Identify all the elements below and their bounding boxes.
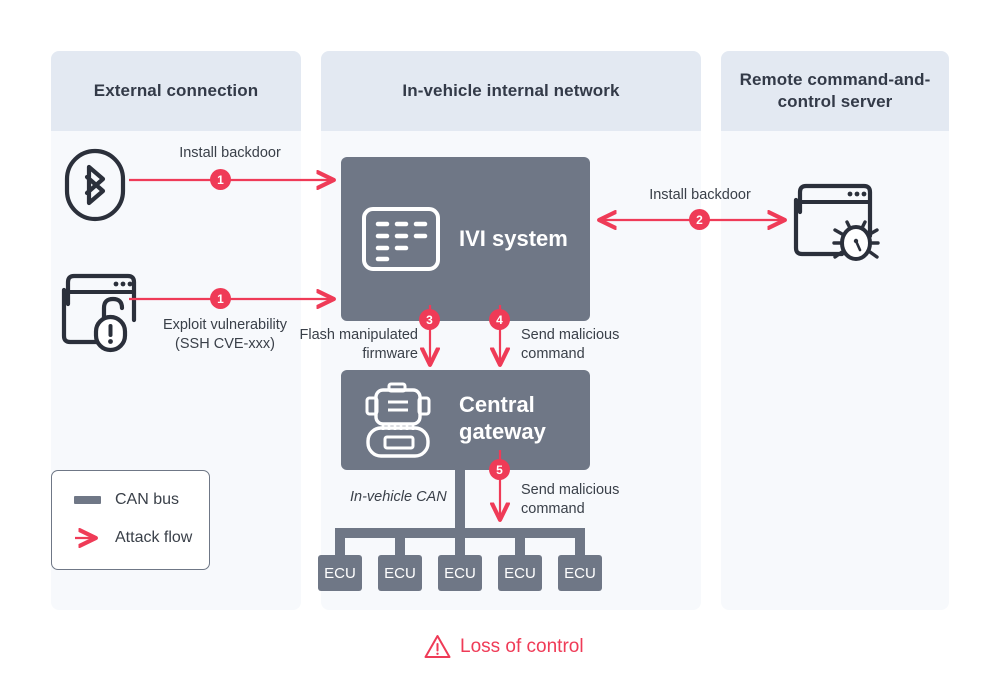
legend-box: CAN bus Attack flow xyxy=(51,470,210,570)
diagram-canvas: External connection In-vehicle internal … xyxy=(0,0,1000,700)
step-badge-1b: 1 xyxy=(210,288,231,309)
legend-label-can-bus: CAN bus xyxy=(115,491,180,508)
step-badge-5: 5 xyxy=(489,459,510,480)
flow-label-step2-c2: Install backdoor xyxy=(649,187,751,203)
flow-label-step5-command: Send malicious command xyxy=(521,482,620,517)
footer-loss-of-control: Loss of control xyxy=(424,634,584,659)
flow-label-step3-firmware: Flash manipulated firmware xyxy=(299,327,419,362)
step-badge-3: 3 xyxy=(419,309,440,330)
legend-label-attack-flow: Attack flow xyxy=(115,529,193,546)
flow-label-step4-command: Send malicious command xyxy=(521,327,620,362)
step-badge-4: 4 xyxy=(489,309,510,330)
legend-item-attack-flow: Attack flow xyxy=(74,529,192,547)
legend-item-can-bus: CAN bus xyxy=(74,491,179,509)
attack-flow-arrow-icon xyxy=(74,532,101,544)
warning-triangle-icon xyxy=(424,634,451,659)
flow-label-step1-bluetooth: Install backdoor xyxy=(179,145,281,161)
step-badge-2: 2 xyxy=(689,209,710,230)
step-badge-1a: 1 xyxy=(210,169,231,190)
footer-label: Loss of control xyxy=(460,635,584,657)
can-bus-swatch-icon xyxy=(74,496,101,504)
